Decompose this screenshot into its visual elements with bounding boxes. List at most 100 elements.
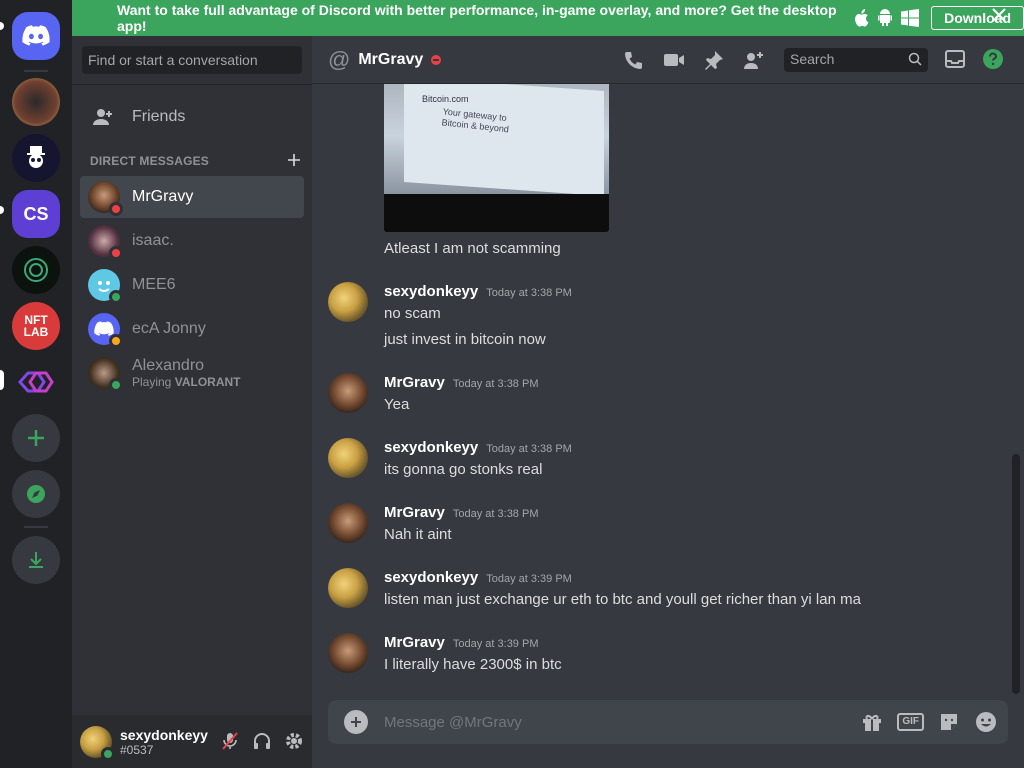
friends-nav-item[interactable]: Friends	[80, 96, 304, 138]
server-cs[interactable]: CS	[12, 190, 60, 238]
add-friends-to-dm-button[interactable]	[742, 48, 766, 72]
dm-item-isaac[interactable]: isaac.	[80, 220, 304, 262]
message-header: MrGravy Today at 3:38 PM	[384, 504, 538, 521]
server-nft-lab-label: NFT LAB	[23, 313, 49, 339]
message-avatar[interactable]	[328, 568, 368, 608]
dm-name: isaac.	[132, 232, 174, 249]
home-button[interactable]	[12, 12, 60, 60]
voice-call-button[interactable]	[622, 48, 646, 72]
mic-muted-icon	[222, 732, 238, 750]
ring-logo-icon	[24, 258, 48, 282]
video-camera-icon	[664, 54, 684, 66]
message-text: Nah it aint	[384, 526, 452, 543]
mute-button[interactable]	[218, 729, 242, 753]
dm-name: MEE6	[132, 276, 176, 293]
server-rail: CS NFT LAB	[0, 0, 72, 768]
user-settings-button[interactable]	[282, 729, 306, 753]
find-conversation-button[interactable]: Find or start a conversation	[82, 46, 302, 74]
message-text: its gonna go stonks real	[384, 461, 543, 478]
help-button[interactable]	[982, 48, 1004, 70]
gif-button[interactable]: GIF	[897, 713, 924, 731]
add-user-icon	[744, 52, 763, 69]
emoji-button[interactable]	[974, 710, 998, 734]
compass-icon	[27, 485, 45, 503]
message-author[interactable]: MrGravy	[384, 504, 445, 521]
dm-item-alexandro[interactable]: Alexandro Playing VALORANT	[80, 352, 304, 394]
message-header: sexydonkeyy Today at 3:39 PM	[384, 569, 572, 586]
close-banner-button[interactable]	[992, 8, 1006, 22]
download-icon	[29, 552, 43, 568]
message-text: I literally have 2300$ in btc	[384, 656, 562, 673]
online-status-icon	[101, 746, 115, 761]
message-avatar[interactable]	[328, 438, 368, 478]
avatar	[88, 313, 123, 348]
add-server-button[interactable]	[12, 414, 60, 462]
message-author[interactable]: MrGravy	[384, 634, 445, 651]
server-avatar-4[interactable]	[12, 246, 60, 294]
dm-item-mrgravy[interactable]: MrGravy	[80, 176, 304, 218]
message-timestamp: Today at 3:38 PM	[486, 287, 572, 299]
download-apps-button[interactable]	[12, 536, 60, 584]
composer-area: Message @MrGravy GIF	[312, 700, 1024, 768]
help-icon	[983, 49, 1003, 69]
dnd-status-icon	[109, 246, 123, 260]
friends-icon	[92, 105, 116, 129]
upload-button[interactable]	[344, 710, 368, 734]
attachment-dark-area	[384, 194, 609, 232]
message-author[interactable]: sexydonkeyy	[384, 283, 478, 300]
image-attachment[interactable]: Bitcoin.com Your gateway to Bitcoin & be…	[384, 84, 609, 232]
message-avatar[interactable]	[328, 282, 368, 322]
desktop-app-banner: Want to take full advantage of Discord w…	[72, 0, 1024, 36]
message-text: listen man just exchange ur eth to btc a…	[384, 591, 861, 608]
inbox-button[interactable]	[944, 48, 966, 70]
download-button[interactable]: Download	[931, 6, 1024, 30]
message-timestamp: Today at 3:38 PM	[452, 378, 539, 390]
user-info: sexydonkeyy #0537	[112, 727, 208, 757]
online-status-icon	[109, 378, 123, 392]
deafen-button[interactable]	[250, 729, 274, 753]
user-avatar[interactable]	[80, 725, 115, 761]
message-author[interactable]: sexydonkeyy	[384, 439, 478, 456]
server-cs-label: CS	[23, 203, 49, 224]
header-right-actions	[944, 48, 1004, 70]
server-nft-lab[interactable]: NFT LAB	[12, 302, 60, 350]
monocle-man-icon	[27, 146, 45, 168]
dm-item-mee6[interactable]: MEE6	[80, 264, 304, 306]
gift-button[interactable]	[861, 711, 883, 733]
discord-logo-icon	[22, 25, 50, 46]
user-tag: #0537	[120, 742, 154, 757]
video-call-button[interactable]	[662, 48, 686, 72]
message-timestamp: Today at 3:39 PM	[486, 573, 572, 585]
server-avatar-1[interactable]	[12, 78, 60, 126]
message-timestamp: Today at 3:38 PM	[486, 443, 572, 455]
message-scrollbar[interactable]	[1012, 454, 1020, 694]
emoji-icon	[976, 712, 996, 732]
chat-title: MrGravy	[358, 50, 424, 68]
chat-header: @ MrGravy Search	[312, 36, 1024, 84]
rail-separator	[24, 70, 48, 72]
dm-item-eca-jonny[interactable]: ecA Jonny	[80, 308, 304, 350]
dm-header-label: DIRECT MESSAGES	[90, 154, 210, 168]
message-header: MrGravy Today at 3:38 PM	[384, 374, 538, 391]
gear-icon	[286, 733, 302, 749]
user-controls	[218, 729, 306, 753]
create-dm-button[interactable]	[288, 154, 300, 168]
windows-icon	[901, 9, 920, 27]
header-search-input[interactable]: Search	[784, 48, 928, 72]
server-avatar-2[interactable]	[12, 134, 60, 182]
plus-icon	[288, 154, 300, 166]
message-author[interactable]: sexydonkeyy	[384, 569, 478, 586]
message-avatar[interactable]	[328, 503, 368, 543]
message-author[interactable]: MrGravy	[384, 374, 445, 391]
avatar	[88, 225, 123, 260]
message-input[interactable]: Message @MrGravy	[384, 714, 522, 731]
server-polygon[interactable]	[12, 358, 60, 406]
message-avatar[interactable]	[328, 373, 368, 413]
message-avatar[interactable]	[328, 633, 368, 673]
attachment-text: Bitcoin.com	[422, 94, 469, 104]
message-header: sexydonkeyy Today at 3:38 PM	[384, 439, 572, 456]
pinned-messages-button[interactable]	[702, 48, 726, 72]
selected-pill	[0, 22, 4, 30]
sticker-button[interactable]	[938, 711, 960, 733]
explore-servers-button[interactable]	[12, 470, 60, 518]
